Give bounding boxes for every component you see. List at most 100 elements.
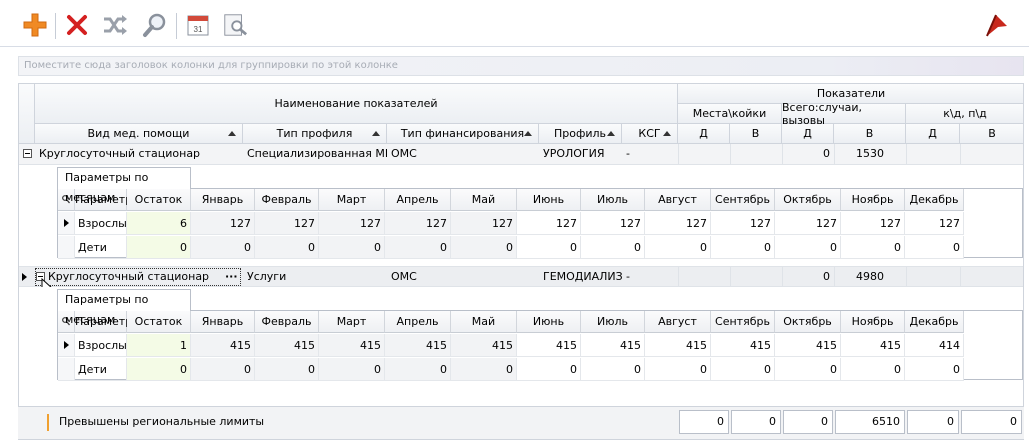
row-indicator[interactable]	[58, 334, 75, 357]
detail-column-header[interactable]: Июнь	[517, 311, 581, 333]
column-header-kd-d[interactable]: Д	[906, 124, 960, 144]
month-value-cell[interactable]: 127	[191, 212, 255, 235]
detail-column-header[interactable]: Август	[645, 189, 711, 211]
month-value-cell[interactable]: 0	[645, 358, 711, 381]
month-value-cell[interactable]: 415	[581, 334, 645, 357]
month-value-cell[interactable]: 127	[645, 212, 711, 235]
column-header-vid[interactable]: Вид мед. помощи	[35, 124, 243, 144]
month-value-cell[interactable]: 0	[319, 236, 385, 259]
detail-column-header[interactable]: Март	[319, 189, 385, 211]
param-name-cell[interactable]: Взрослые	[75, 212, 127, 235]
detail-column-header[interactable]: Март	[319, 311, 385, 333]
detail-column-header[interactable]: Октябрь	[775, 189, 841, 211]
month-value-cell[interactable]: 127	[451, 212, 517, 235]
detail-column-header[interactable]: Июль	[581, 189, 645, 211]
detail-column-header[interactable]: Декабрь	[905, 189, 964, 211]
detail-column-header[interactable]: Остаток	[127, 311, 191, 333]
detail-column-header[interactable]: Апрель	[385, 311, 451, 333]
row-indicator[interactable]	[58, 358, 75, 381]
month-value-cell[interactable]: 0	[711, 236, 775, 259]
column-header-places-v[interactable]: В	[730, 124, 782, 144]
collapse-icon[interactable]	[23, 149, 32, 158]
param-name-cell[interactable]: Дети	[75, 236, 127, 259]
table-row[interactable]: Круглосуточный стационар ··· Услуги ОМС …	[19, 266, 1023, 287]
detail-column-header[interactable]: Май	[451, 311, 517, 333]
detail-column-header[interactable]: Февраль	[255, 311, 319, 333]
month-value-cell[interactable]: 0	[451, 358, 517, 381]
detail-column-header[interactable]: Июнь	[517, 189, 581, 211]
month-value-cell[interactable]: 415	[385, 334, 451, 357]
month-value-cell[interactable]: 0	[841, 358, 905, 381]
month-value-cell[interactable]: 415	[645, 334, 711, 357]
preview-icon[interactable]	[222, 12, 248, 38]
add-icon[interactable]	[22, 12, 48, 38]
month-value-cell[interactable]: 0	[905, 236, 964, 259]
month-value-cell[interactable]: 0	[385, 236, 451, 259]
delete-icon[interactable]	[64, 12, 90, 38]
detail-column-header[interactable]: Ноябрь	[841, 189, 905, 211]
month-value-cell[interactable]: 127	[517, 212, 581, 235]
month-value-cell[interactable]: 415	[841, 334, 905, 357]
column-header-ksg[interactable]: КСГ	[622, 124, 678, 144]
month-value-cell[interactable]: 127	[711, 212, 775, 235]
month-value-cell[interactable]: 415	[255, 334, 319, 357]
detail-column-header[interactable]: Сентябрь	[711, 189, 775, 211]
column-header-cases-d[interactable]: Д	[782, 124, 834, 144]
calendar-icon[interactable]: 31	[185, 12, 211, 38]
detail-column-header[interactable]: Остаток	[127, 189, 191, 211]
month-value-cell[interactable]: 127	[385, 212, 451, 235]
month-value-cell[interactable]: 0	[319, 358, 385, 381]
month-value-cell[interactable]: 127	[581, 212, 645, 235]
column-header-profile-type[interactable]: Тип профиля	[243, 124, 387, 144]
month-value-cell[interactable]: 0	[841, 236, 905, 259]
month-value-cell[interactable]: 127	[841, 212, 905, 235]
row-indicator[interactable]	[58, 236, 75, 259]
detail-column-header[interactable]: Январь	[191, 189, 255, 211]
column-header-cases-v[interactable]: В	[834, 124, 906, 144]
detail-column-header[interactable]: Апрель	[385, 189, 451, 211]
tab-monthly-params[interactable]: Параметры по месяцам	[57, 167, 191, 204]
detail-column-header[interactable]: Ноябрь	[841, 311, 905, 333]
month-value-cell[interactable]: 415	[319, 334, 385, 357]
month-value-cell[interactable]: 415	[517, 334, 581, 357]
table-row[interactable]: Круглосуточный стационар Специализирован…	[19, 144, 1023, 165]
month-value-cell[interactable]: 0	[711, 358, 775, 381]
detail-column-header[interactable]: Февраль	[255, 189, 319, 211]
month-value-cell[interactable]: 0	[517, 236, 581, 259]
column-header-kd-v[interactable]: В	[960, 124, 1023, 144]
month-value-cell[interactable]: 415	[775, 334, 841, 357]
column-header-finance[interactable]: Тип финансирования	[387, 124, 539, 144]
detail-column-header[interactable]: Декабрь	[905, 311, 964, 333]
month-value-cell[interactable]: 0	[191, 236, 255, 259]
detail-column-header[interactable]: Июль	[581, 311, 645, 333]
month-value-cell[interactable]: 0	[255, 358, 319, 381]
remainder-cell[interactable]: 0	[127, 236, 191, 259]
ellipsis-button[interactable]: ···	[221, 267, 243, 286]
month-value-cell[interactable]: 0	[255, 236, 319, 259]
month-value-cell[interactable]: 0	[581, 236, 645, 259]
detail-column-header[interactable]: Октябрь	[775, 311, 841, 333]
month-value-cell[interactable]: 0	[385, 358, 451, 381]
month-value-cell[interactable]: 415	[451, 334, 517, 357]
month-value-cell[interactable]: 127	[905, 212, 964, 235]
month-value-cell[interactable]: 0	[775, 236, 841, 259]
tab-monthly-params[interactable]: Параметры по месяцам	[57, 289, 191, 326]
remainder-cell[interactable]: 1	[127, 334, 191, 357]
remainder-cell[interactable]: 0	[127, 358, 191, 381]
month-value-cell[interactable]: 0	[905, 358, 964, 381]
month-value-cell[interactable]: 415	[711, 334, 775, 357]
month-value-cell[interactable]: 0	[581, 358, 645, 381]
month-value-cell[interactable]: 415	[191, 334, 255, 357]
month-value-cell[interactable]: 414	[905, 334, 964, 357]
param-name-cell[interactable]: Дети	[75, 358, 127, 381]
month-value-cell[interactable]: 127	[319, 212, 385, 235]
shuffle-icon[interactable]	[102, 12, 128, 38]
red-flag-icon[interactable]	[984, 12, 1010, 38]
month-value-cell[interactable]: 0	[645, 236, 711, 259]
column-header-places-d[interactable]: Д	[678, 124, 730, 144]
month-value-cell[interactable]: 0	[517, 358, 581, 381]
search-icon[interactable]	[142, 12, 168, 38]
detail-column-header[interactable]: Август	[645, 311, 711, 333]
column-header-profile[interactable]: Профиль	[539, 124, 622, 144]
month-value-cell[interactable]: 0	[451, 236, 517, 259]
